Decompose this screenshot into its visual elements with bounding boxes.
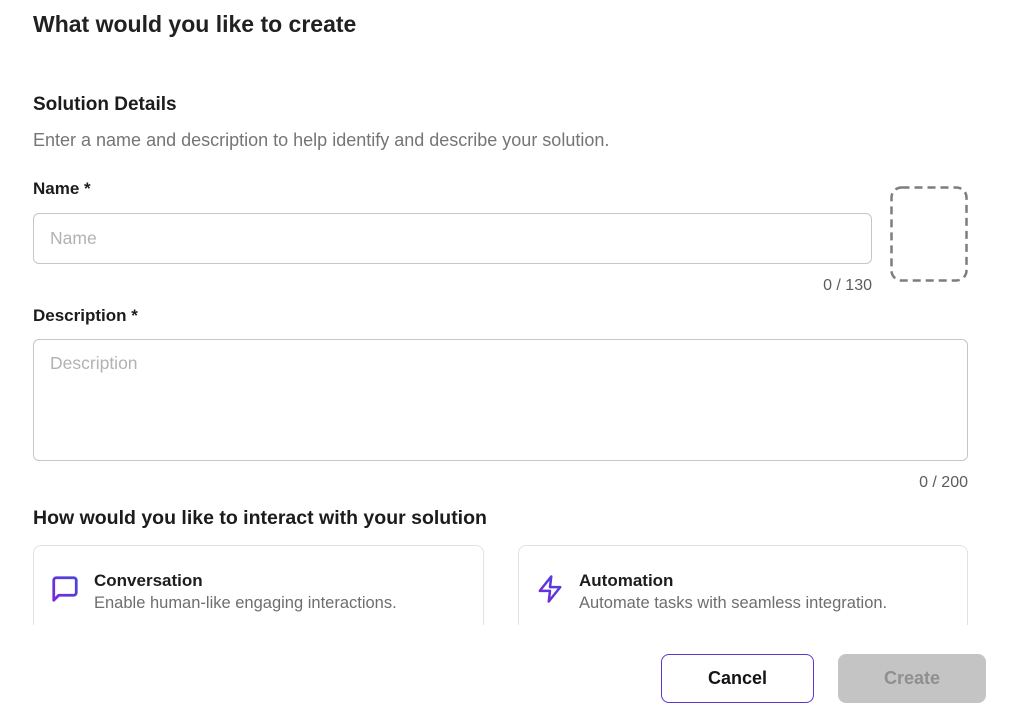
option-title: Conversation (94, 571, 397, 591)
dashed-border-outline (890, 186, 968, 282)
name-input[interactable] (33, 213, 872, 264)
option-card-conversation[interactable]: Conversation Enable human-like engaging … (33, 545, 484, 625)
option-description: Enable human-like engaging interactions. (94, 594, 397, 613)
page-title: What would you like to create (33, 11, 356, 38)
option-title: Automation (579, 571, 887, 591)
description-input[interactable] (33, 339, 968, 461)
interaction-options: Conversation Enable human-like engaging … (33, 545, 968, 625)
option-description: Automate tasks with seamless integration… (579, 594, 887, 613)
name-char-counter: 0 / 130 (33, 277, 872, 295)
option-card-automation[interactable]: Automation Automate tasks with seamless … (518, 545, 968, 625)
image-upload-dropzone[interactable] (890, 186, 968, 282)
interaction-heading: How would you like to interact with your… (33, 507, 487, 530)
create-button[interactable]: Create (838, 654, 986, 703)
cancel-button[interactable]: Cancel (661, 654, 814, 703)
chat-bubble-icon (50, 574, 80, 604)
description-char-counter: 0 / 200 (33, 474, 968, 492)
solution-details-heading: Solution Details (33, 94, 177, 116)
create-solution-dialog: What would you like to create Solution D… (0, 0, 1012, 719)
lightning-bolt-icon (535, 574, 565, 604)
solution-details-subtitle: Enter a name and description to help ide… (33, 130, 609, 151)
name-label: Name * (33, 179, 91, 199)
description-label: Description * (33, 306, 138, 326)
